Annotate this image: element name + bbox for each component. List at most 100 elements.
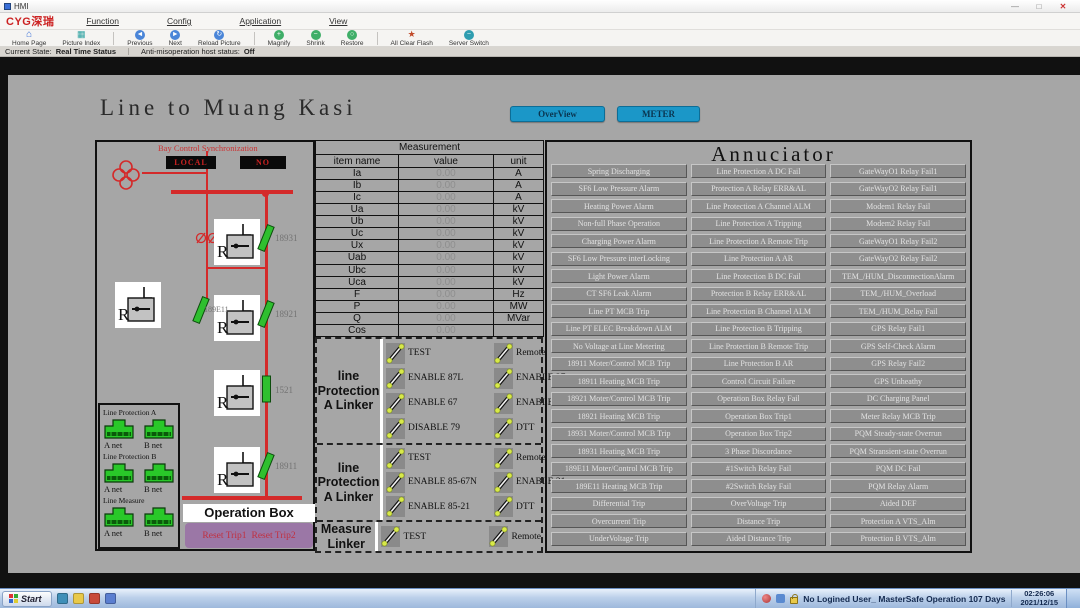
linker-switch-icon[interactable] [494, 472, 513, 493]
alarm-tile[interactable]: Line Protection A DC Fail [691, 164, 827, 178]
maximize-button[interactable]: □ [1032, 2, 1046, 11]
toolbar-button-next[interactable]: ►Next [161, 30, 190, 47]
alarm-tile[interactable]: Line Protection A Channel ALM [691, 199, 827, 213]
alarm-tile[interactable]: DC Charging Panel [830, 392, 966, 406]
breaker-18931[interactable]: R [214, 219, 260, 265]
alarm-tile[interactable]: Operation Box Trip1 [691, 409, 827, 423]
disconnector-18931-icon[interactable] [257, 223, 275, 253]
alarm-tile[interactable]: 189E11 Moter/Control MCB Trip [551, 462, 687, 476]
alarm-tile[interactable]: Aided Distance Trip [691, 532, 827, 546]
alarm-tile[interactable]: Modem1 Relay Fail [830, 199, 966, 213]
alarm-tile[interactable]: 18931 Moter/Control MCB Trip [551, 427, 687, 441]
alarm-tile[interactable]: #2Switch Relay Fail [691, 479, 827, 493]
alarm-tile[interactable]: Line Protection B Remote Trip [691, 339, 827, 353]
breaker-18921[interactable]: R [214, 295, 260, 341]
alarm-tile[interactable]: PQM Steady-state Overrun [830, 427, 966, 441]
alarm-tile[interactable]: GPS Self-Check Alarm [830, 339, 966, 353]
quick-launch-icon[interactable] [57, 593, 68, 604]
alarm-tile[interactable]: Charging Power Alarm [551, 234, 687, 248]
alarm-tile[interactable]: 189E11 Heating MCB Trip [551, 479, 687, 493]
alarm-tile[interactable]: PQM DC Fail [830, 462, 966, 476]
menu-item-function[interactable]: Function [86, 16, 119, 26]
alarm-tile[interactable]: 18921 Heating MCB Trip [551, 409, 687, 423]
alarm-tile[interactable]: Line Protection A AR [691, 252, 827, 266]
alarm-tile[interactable]: GateWayO1 Relay Fail2 [830, 234, 966, 248]
show-desktop-button[interactable] [1066, 589, 1080, 608]
toolbar-button-clear-flash[interactable]: ★All Clear Flash [383, 30, 441, 47]
linker-switch-icon[interactable] [494, 496, 513, 517]
alarm-tile[interactable]: Protection A VTS_Alm [830, 514, 966, 528]
alarm-tile[interactable]: No Voltage at Line Metering [551, 339, 687, 353]
alarm-tile[interactable]: 18931 Heating MCB Trip [551, 444, 687, 458]
linker-switch-icon[interactable] [386, 448, 405, 469]
alarm-tile[interactable]: Modem2 Relay Fail [830, 217, 966, 231]
alarm-tile[interactable]: 18911 Heating MCB Trip [551, 374, 687, 388]
breaker-189E11[interactable]: R [115, 282, 161, 328]
alarm-tile[interactable]: Overcurrent Trip [551, 514, 687, 528]
alarm-tile[interactable]: Line Protection B Channel ALM [691, 304, 827, 318]
alarm-tile[interactable]: Operation Box Relay Fail [691, 392, 827, 406]
start-button[interactable]: Start [2, 591, 52, 607]
alarm-tile[interactable]: Distance Trip [691, 514, 827, 528]
linker-switch-icon[interactable] [494, 418, 513, 439]
alarm-tile[interactable]: Protection B VTS_Alm [830, 532, 966, 546]
quick-launch-icon[interactable] [73, 593, 84, 604]
linker-switch-icon[interactable] [494, 368, 513, 389]
toolbar-button-picture-index[interactable]: ▦Picture Index [54, 30, 108, 47]
breaker-1521[interactable]: R [214, 370, 260, 416]
alarm-tile[interactable]: #1Switch Relay Fail [691, 462, 827, 476]
tray-network-icon[interactable] [776, 594, 785, 603]
toolbar-button-shrink[interactable]: −Shrink [298, 30, 332, 47]
linker-switch-icon[interactable] [386, 393, 405, 414]
alarm-tile[interactable]: Non-full Phase Operation [551, 217, 687, 231]
alarm-tile[interactable]: Differential Trip [551, 497, 687, 511]
alarm-tile[interactable]: TEM_/HUM_Relay Fail [830, 304, 966, 318]
alarm-tile[interactable]: SF6 Low Pressure Alarm [551, 182, 687, 196]
menu-item-view[interactable]: View [329, 16, 347, 26]
alarm-tile[interactable]: 18911 Moter/Control MCB Trip [551, 357, 687, 371]
no-indicator[interactable]: NO [240, 156, 286, 169]
alarm-tile[interactable]: GateWayO2 Relay Fail2 [830, 252, 966, 266]
toolbar-button-previous[interactable]: ◄Previous [119, 30, 160, 47]
linker-switch-icon[interactable] [494, 343, 513, 364]
linker-switch-icon[interactable] [494, 448, 513, 469]
alarm-tile[interactable]: Line PT MCB Trip [551, 304, 687, 318]
menu-item-config[interactable]: Config [167, 16, 192, 26]
alarm-tile[interactable]: GPS Unheathy [830, 374, 966, 388]
disconnector-1521-icon[interactable] [258, 375, 276, 403]
linker-switch-icon[interactable] [386, 472, 405, 493]
alarm-tile[interactable]: Line Protection B Tripping [691, 322, 827, 336]
alarm-tile[interactable]: CT SF6 Leak Alarm [551, 287, 687, 301]
linker-switch-icon[interactable] [386, 368, 405, 389]
local-indicator[interactable]: LOCAL [166, 156, 216, 169]
alarm-tile[interactable]: Aided DEF [830, 497, 966, 511]
quick-launch-icon[interactable] [105, 593, 116, 604]
toolbar-button-restore[interactable]: ○Restore [333, 30, 372, 47]
alarm-tile[interactable]: Line Protection A Remote Trip [691, 234, 827, 248]
toolbar-button-magnify[interactable]: +Magnify [260, 30, 299, 47]
alarm-tile[interactable]: TEM_/HUM_Overload [830, 287, 966, 301]
toolbar-button-reload[interactable]: ↻Reload Picture [190, 30, 249, 47]
alarm-tile[interactable]: Operation Box Trip2 [691, 427, 827, 441]
alarm-tile[interactable]: Meter Relay MCB Trip [830, 409, 966, 423]
reset-trip-button[interactable]: Reset Trip2 [252, 531, 296, 541]
linker-switch-icon[interactable] [386, 343, 405, 364]
alarm-tile[interactable]: GateWayO2 Relay Fail1 [830, 182, 966, 196]
reset-trip-button[interactable]: Reset Trip1 [202, 531, 246, 541]
minimize-button[interactable]: — [1008, 2, 1022, 11]
alarm-tile[interactable]: Line Protection A Tripping [691, 217, 827, 231]
alarm-tile[interactable]: Line PT ELEC Breakdown ALM [551, 322, 687, 336]
linker-switch-icon[interactable] [381, 526, 400, 547]
meter-button[interactable]: METER [617, 106, 700, 122]
alarm-tile[interactable]: Heating Power Alarm [551, 199, 687, 213]
alarm-tile[interactable]: PQM Stransient-state Overrun [830, 444, 966, 458]
tray-alarm-icon[interactable] [762, 594, 771, 603]
disconnector-18921-icon[interactable] [257, 299, 275, 329]
alarm-tile[interactable]: GPS Relay Fail2 [830, 357, 966, 371]
alarm-tile[interactable]: Protection A Relay ERR&AL [691, 182, 827, 196]
alarm-tile[interactable]: Line Protection B AR [691, 357, 827, 371]
alarm-tile[interactable]: GPS Relay Fail1 [830, 322, 966, 336]
toolbar-button-home[interactable]: ⌂Home Page [4, 30, 54, 47]
alarm-tile[interactable]: 3 Phase Discordance [691, 444, 827, 458]
alarm-tile[interactable]: PQM Relay Alarm [830, 479, 966, 493]
